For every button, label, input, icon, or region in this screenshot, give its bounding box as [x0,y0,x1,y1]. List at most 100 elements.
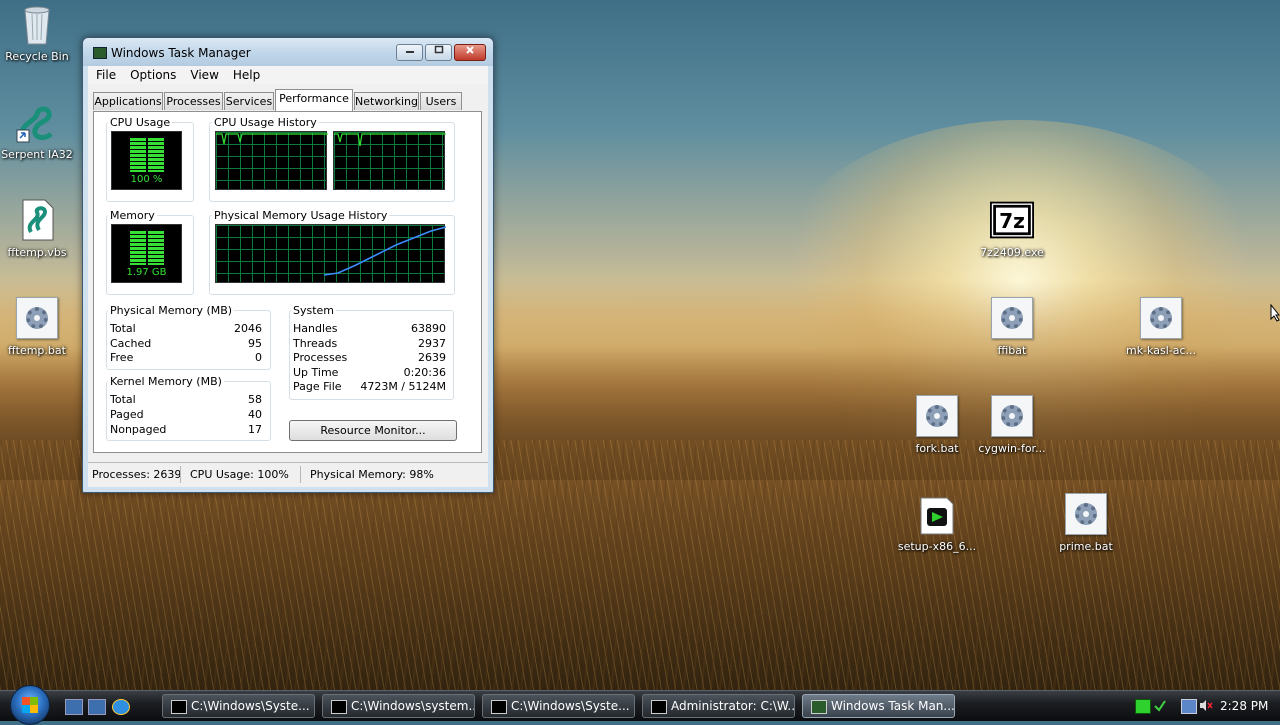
desktop-icon-label: Serpent IA32 [1,148,73,161]
svg-text:7z: 7z [999,209,1025,233]
switch-windows-icon[interactable] [88,699,106,715]
memory-history-graph [215,224,446,283]
stat-value: 63890 [411,322,446,335]
memory-meter: 1.97 GB [111,224,182,283]
tab-performance[interactable]: Performance [275,89,353,111]
status-divider [180,466,181,483]
desktop-icon-fftemp-bat[interactable]: fftemp.bat [0,296,82,357]
menu-view[interactable]: View [182,66,224,82]
title-bar[interactable]: Windows Task Manager [83,38,493,66]
recycle-bin-icon [15,2,59,46]
desktop-icon-7zip[interactable]: 7z 7z2409.exe [967,198,1057,259]
volume-muted-icon[interactable] [1199,699,1213,712]
taskbar-button-label: Windows Task Man... [831,699,955,713]
installer-icon [915,492,959,536]
stat-row: Free 0 [110,351,262,365]
stat-key: Handles [293,322,338,335]
system-label: System [291,304,337,317]
cpu-meter-bars [130,138,164,172]
memory-history-label: Physical Memory Usage History [212,209,390,222]
maximize-button[interactable] [425,44,452,61]
maximize-icon [434,45,443,54]
memory-meter-bars [130,231,164,265]
command-prompt-icon [331,700,347,714]
menu-help[interactable]: Help [225,66,266,82]
stat-key: Total [110,322,136,335]
desktop-icon-label: Recycle Bin [5,50,69,63]
cpu-history-graph-core-1 [215,131,328,190]
status-cpu: CPU Usage: 100% [190,468,289,481]
stat-key: Free [110,351,134,364]
stat-key: Page File [293,380,342,393]
physical-memory-label: Physical Memory (MB) [108,304,235,317]
window-title: Windows Task Manager [111,46,251,60]
stat-key: Up Time [293,366,339,379]
stat-key: Nonpaged [110,423,167,436]
resource-monitor-button[interactable]: Resource Monitor... [289,420,457,441]
script-icon [15,198,59,242]
start-button[interactable] [10,685,50,725]
command-prompt-icon [491,700,507,714]
clock[interactable]: 2:28 PM [1220,699,1268,713]
menu-options[interactable]: Options [122,66,182,82]
menu-file[interactable]: File [88,66,122,82]
taskbar-button-cmd-2[interactable]: C:\Windows\system... [322,694,475,718]
checkmark-icon[interactable] [1153,699,1167,712]
7zip-icon: 7z [990,198,1034,242]
taskbar-button-task-manager[interactable]: Windows Task Man... [802,694,955,718]
batch-file-icon [915,394,959,438]
serpent-icon [15,100,59,144]
stat-key: Processes [293,351,348,364]
desktop-icon-label: prime.bat [1059,540,1113,553]
close-button[interactable] [454,44,486,61]
status-processes: Processes: 2639 [92,468,182,481]
cpu-meter-tray-icon[interactable] [1135,699,1151,714]
cpu-history-graph-core-2 [333,131,446,190]
batch-file-icon [1064,492,1108,536]
status-bar: Processes: 2639 CPU Usage: 100% Physical… [88,462,488,487]
desktop-icon-ffibat[interactable]: ffibat [967,296,1057,357]
taskbar-button-cmd-1[interactable]: C:\Windows\Syste... [162,694,315,718]
tab-services[interactable]: Services [224,92,274,110]
cpu-history-label: CPU Usage History [212,116,319,129]
tab-users[interactable]: Users [420,92,462,110]
taskbar-button-admin-cmd[interactable]: Administrator: C:\W... [642,694,795,718]
cpu-usage-value: 100 % [130,174,163,185]
stat-key: Cached [110,337,152,350]
tab-networking[interactable]: Networking [354,92,419,110]
minimize-button[interactable] [396,44,423,61]
desktop-icon-serpent[interactable]: Serpent IA32 [0,100,82,161]
stat-row: Up Time 0:20:36 [293,366,446,380]
taskbar-button-cmd-3[interactable]: C:\Windows\Syste... [482,694,635,718]
task-manager-icon [811,700,827,714]
window-client: Applications Processes Services Performa… [88,84,488,462]
tab-applications[interactable]: Applications [93,92,163,110]
stat-value: 0:20:36 [403,366,446,379]
stat-row: Total 2046 [110,322,262,336]
command-prompt-icon [171,700,187,714]
taskbar-button-label: C:\Windows\system... [351,699,475,713]
desktop-icon-recycle-bin[interactable]: Recycle Bin [0,2,82,63]
status-memory: Physical Memory: 98% [310,468,434,481]
tab-processes[interactable]: Processes [164,92,223,110]
show-desktop-icon[interactable] [65,699,83,715]
desktop-icon-prime-bat[interactable]: prime.bat [1041,492,1131,553]
stat-row: Threads 2937 [293,337,446,351]
desktop-icon-mk-kasl[interactable]: mk-kasl-ac... [1116,296,1206,357]
system-tray: 2:28 PM [1125,691,1280,721]
menu-bar: File Options View Help [88,66,488,84]
memory-value: 1.97 GB [126,267,167,278]
windows-logo-icon [22,697,38,713]
network-icon[interactable] [1181,699,1197,714]
stat-value: 17 [248,423,262,436]
desktop-icon-cygwin[interactable]: cygwin-for... [967,394,1057,455]
stat-key: Threads [293,337,338,350]
internet-explorer-icon[interactable] [112,699,130,715]
taskbar-button-label: C:\Windows\Syste... [511,699,630,713]
batch-file-icon [15,296,59,340]
stat-value: 58 [248,393,262,406]
desktop-icon-setup-x86[interactable]: setup-x86_6... [892,492,982,553]
desktop-icon-fftemp-vbs[interactable]: fftemp.vbs [0,198,82,259]
performance-panel: CPU Usage 100 % CPU Usage History Memory… [93,111,482,453]
task-manager-window[interactable]: Windows Task Manager File Options View Help… [82,37,494,493]
